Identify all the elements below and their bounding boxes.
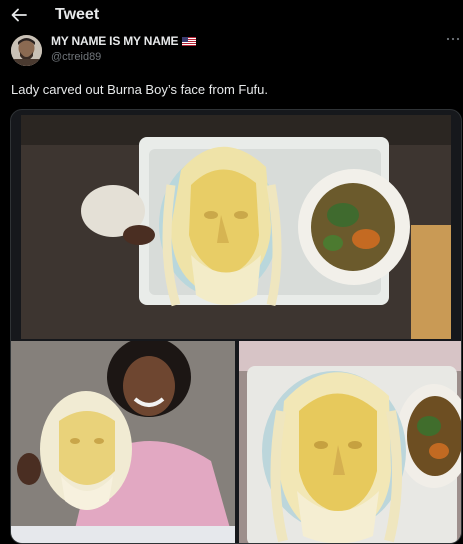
avatar[interactable]	[11, 35, 42, 66]
author-name-row: MY NAME IS MY NAME	[51, 34, 197, 48]
page-title: Tweet	[55, 6, 100, 23]
photo-woman-holding-fufu-face[interactable]	[11, 341, 235, 543]
top-bar: Tweet	[0, 0, 463, 30]
us-flag-icon	[182, 36, 197, 46]
tweet-media[interactable]	[10, 109, 462, 544]
more-options-button[interactable]	[446, 33, 460, 45]
arrow-left-icon	[11, 8, 27, 22]
photo-fufu-face-with-sauce[interactable]	[239, 341, 461, 543]
avatar-image	[11, 35, 42, 66]
author-display-name[interactable]: MY NAME IS MY NAME	[51, 34, 179, 48]
author-handle[interactable]: @ctreid89	[51, 51, 101, 63]
photo-fufu-face-tray[interactable]	[21, 115, 451, 339]
back-button[interactable]	[6, 2, 32, 28]
tweet-text: Lady carved out Burna Boy’s face from Fu…	[11, 82, 269, 97]
more-dots-icon	[446, 37, 460, 41]
